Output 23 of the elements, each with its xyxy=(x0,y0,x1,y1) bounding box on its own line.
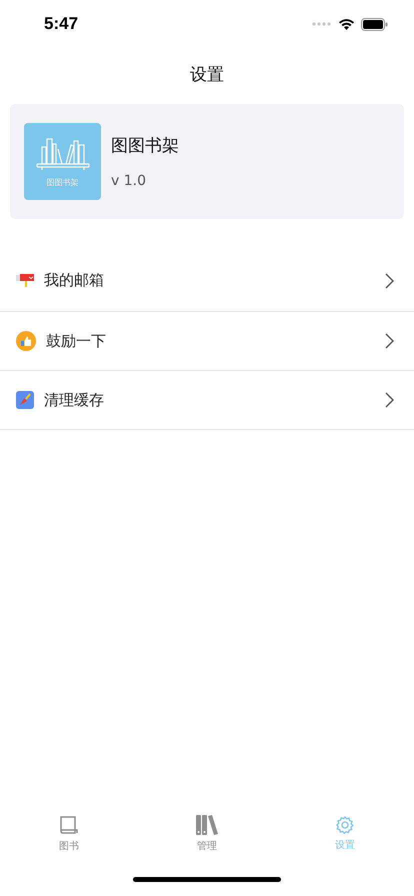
menu-item[interactable]: 鼓励一下 xyxy=(0,312,414,371)
chevron-right-icon xyxy=(385,392,394,408)
thumbs-up-icon xyxy=(16,331,36,351)
page-title: 设置 xyxy=(190,64,224,86)
signal-icon xyxy=(312,22,332,26)
gear-icon xyxy=(336,816,354,834)
battery-icon xyxy=(361,18,388,30)
logo-caption: 图图书架 xyxy=(46,177,78,188)
menu-label: 我的邮箱 xyxy=(44,271,105,290)
chevron-right-icon xyxy=(385,333,394,349)
menu-label: 鼓励一下 xyxy=(46,332,107,350)
menu-item[interactable]: 我的邮箱 xyxy=(0,250,414,312)
app-version: v 1.0 xyxy=(111,173,147,189)
app-name: 图图书架 xyxy=(111,135,179,157)
book-icon xyxy=(59,815,79,835)
binders-icon xyxy=(195,815,219,835)
menu-label: 清理缓存 xyxy=(44,390,105,410)
status-time: 5:47 xyxy=(44,14,78,34)
wifi-icon xyxy=(338,18,355,30)
broom-icon xyxy=(16,391,34,409)
menu-item[interactable]: 清理缓存 xyxy=(0,371,414,430)
mailbox-icon xyxy=(16,272,34,288)
chevron-right-icon xyxy=(385,272,394,288)
